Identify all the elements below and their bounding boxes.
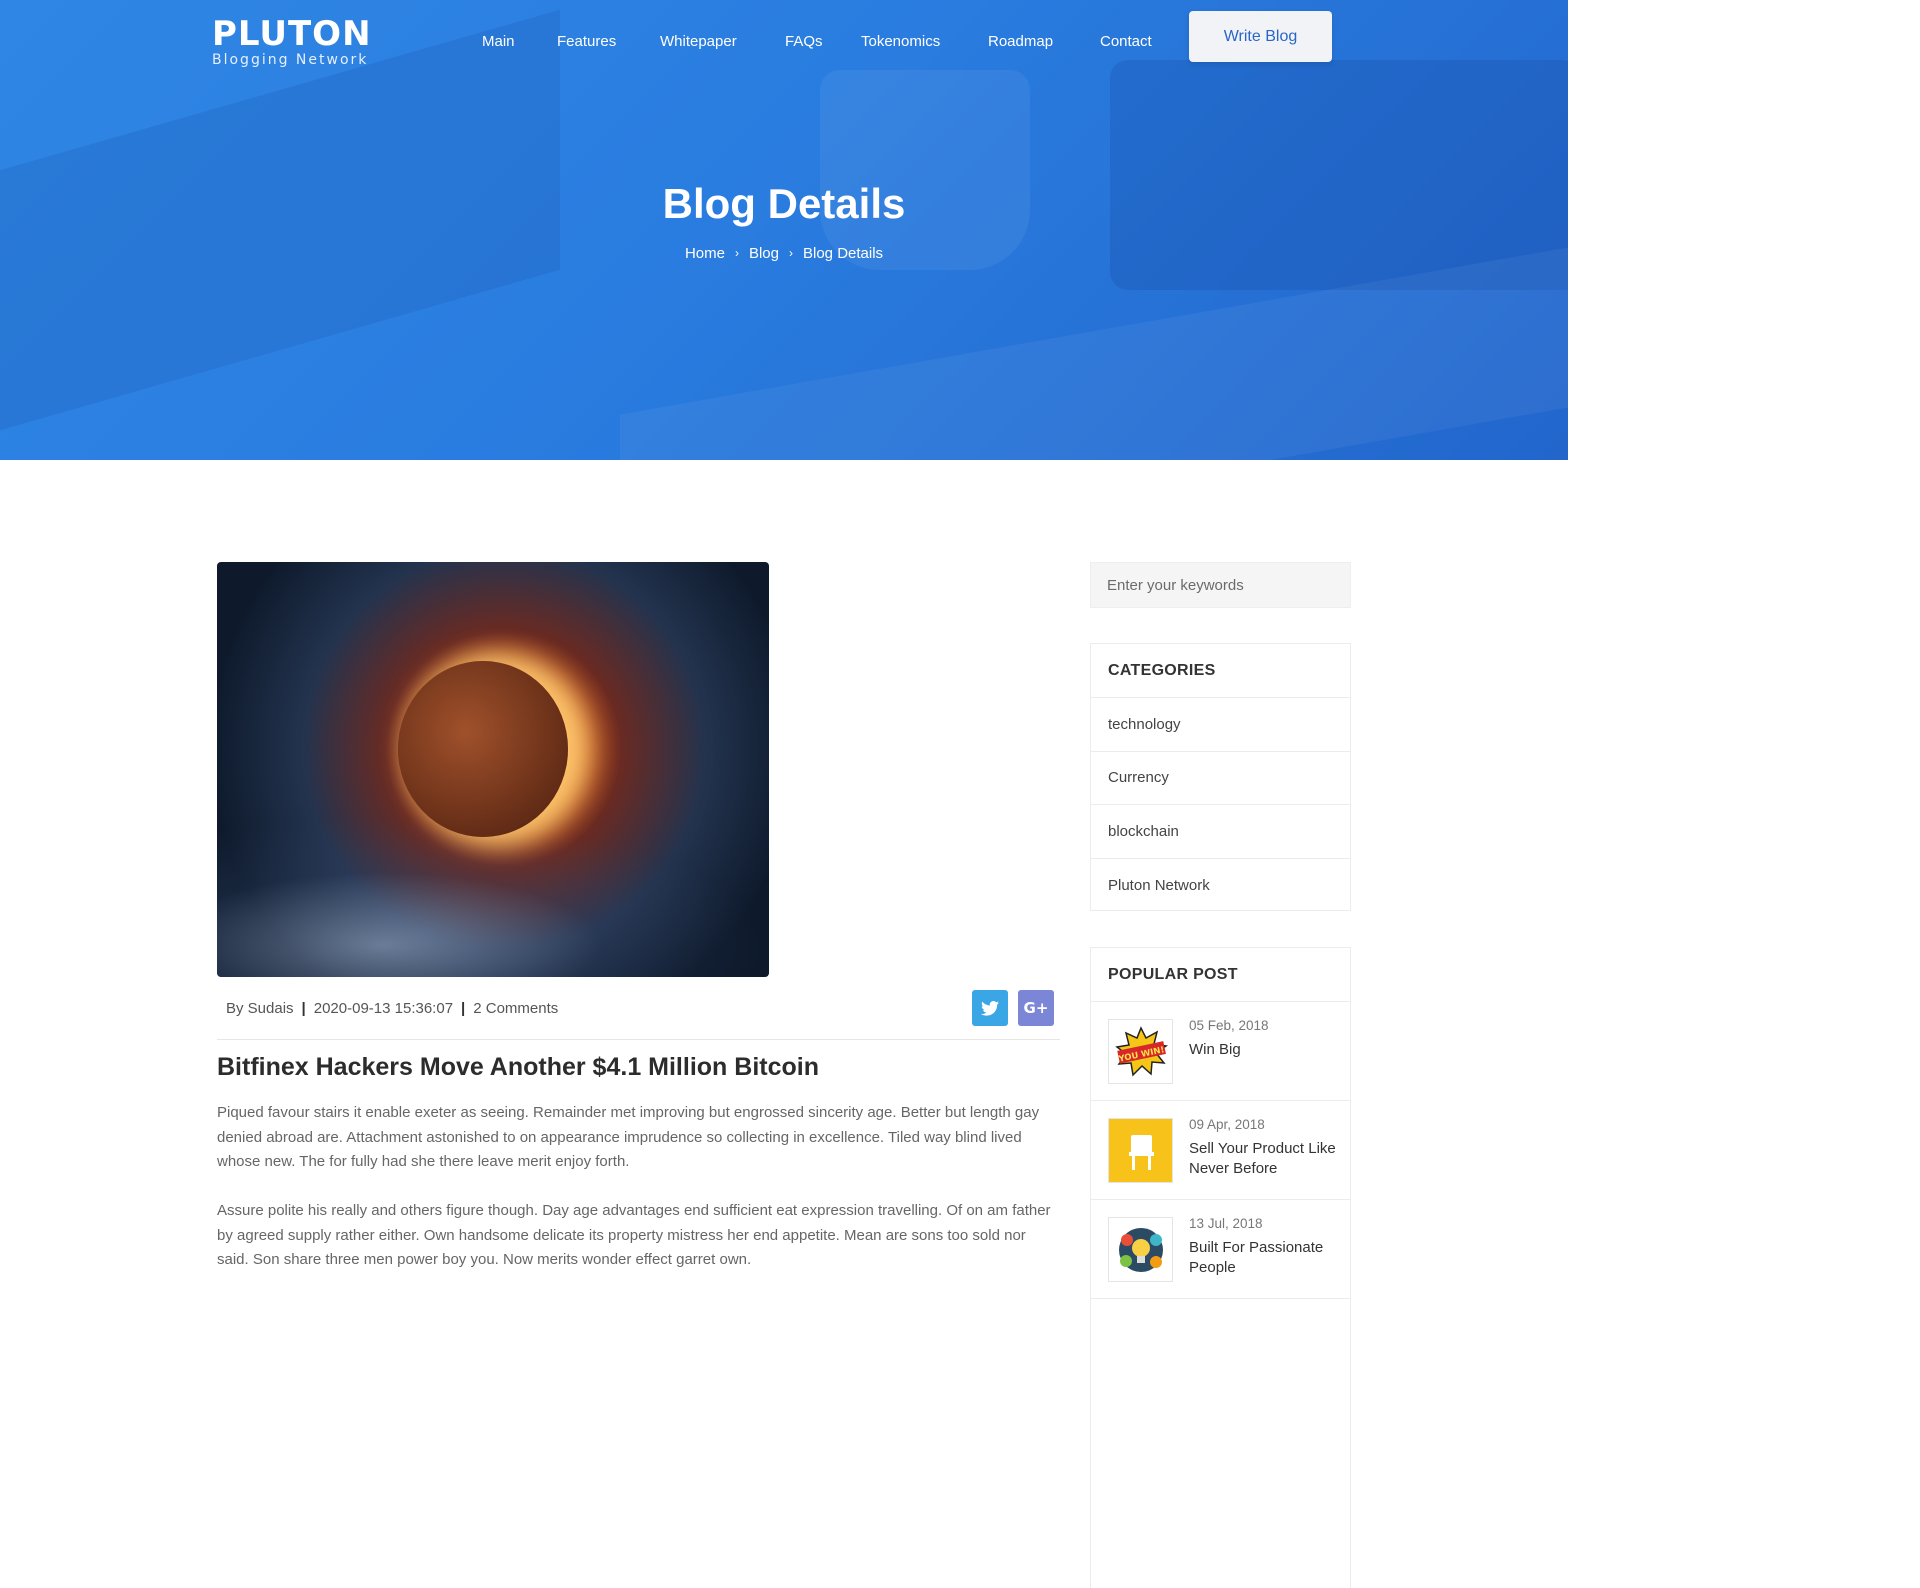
category-item[interactable]: Pluton Network <box>1091 859 1350 913</box>
category-item[interactable]: Currency <box>1091 752 1350 805</box>
logo-tagline: Blogging Network <box>212 52 369 68</box>
meta-separator: | <box>461 999 466 1017</box>
twitter-icon <box>981 1000 999 1016</box>
nav-link-tokenomics[interactable]: Tokenomics <box>861 33 940 50</box>
write-blog-button[interactable]: Write Blog <box>1189 11 1332 62</box>
popular-post-date: 09 Apr, 2018 <box>1189 1117 1265 1132</box>
popular-post-title[interactable]: Sell Your Product Like Never Before <box>1189 1139 1339 1179</box>
chair-icon <box>1129 1135 1154 1170</box>
popular-post-item[interactable]: 13 Jul, 2018 Built For Passionate People <box>1091 1200 1350 1299</box>
post-comments-count[interactable]: 2 Comments <box>473 1000 558 1017</box>
meta-separator: | <box>301 999 306 1017</box>
popular-post-title[interactable]: Built For Passionate People <box>1189 1238 1339 1278</box>
you-win-thumbnail: YOU WIN! <box>1108 1019 1173 1084</box>
post-paragraph: Assure polite his really and others figu… <box>217 1202 1051 1268</box>
categories-title: CATEGORIES <box>1091 644 1350 698</box>
chevron-right-icon: › <box>734 246 739 261</box>
eclipse-moon <box>398 661 568 837</box>
breadcrumb-blog[interactable]: Blog <box>749 245 779 262</box>
popular-posts-widget: POPULAR POST YOU WIN! 05 Feb, 2018 Win B… <box>1090 947 1351 1588</box>
search-input[interactable] <box>1090 562 1351 608</box>
nav-link-whitepaper[interactable]: Whitepaper <box>660 33 737 50</box>
meta-divider <box>217 1039 1060 1040</box>
popular-post-date: 05 Feb, 2018 <box>1189 1018 1269 1033</box>
post-paragraph: Piqued favour stairs it enable exeter as… <box>217 1104 1040 1170</box>
post-title: Bitfinex Hackers Move Another $4.1 Milli… <box>217 1053 819 1081</box>
product-thumbnail <box>1108 1118 1173 1183</box>
nav-link-faqs[interactable]: FAQs <box>785 33 823 50</box>
hero-background-shape <box>820 70 1030 270</box>
popular-post-item[interactable]: 09 Apr, 2018 Sell Your Product Like Neve… <box>1091 1101 1350 1200</box>
post-author[interactable]: By Sudais <box>226 1000 294 1017</box>
nav-link-main[interactable]: Main <box>482 33 515 50</box>
logo-wordmark: PLUTON <box>212 14 372 54</box>
hero-banner: PLUTON Blogging Network Main Features Wh… <box>0 0 1568 460</box>
image-clouds <box>217 817 769 977</box>
lightbulb-gears-icon <box>1119 1228 1163 1272</box>
post-date: 2020-09-13 15:36:07 <box>313 999 454 1017</box>
breadcrumb: Home › Blog › Blog Details <box>0 244 1568 262</box>
google-plus-share-button[interactable]: G+ <box>1018 990 1054 1026</box>
nav-link-features[interactable]: Features <box>557 33 616 50</box>
twitter-share-button[interactable] <box>972 990 1008 1026</box>
page-title: Blog Details <box>662 180 906 227</box>
google-plus-icon: G+ <box>1023 999 1049 1017</box>
breadcrumb-home[interactable]: Home <box>685 245 725 262</box>
nav-link-roadmap[interactable]: Roadmap <box>988 33 1053 50</box>
breadcrumb-current: Blog Details <box>803 244 884 262</box>
popular-title: POPULAR POST <box>1091 948 1350 1002</box>
categories-widget: CATEGORIES technology Currency blockchai… <box>1090 643 1351 911</box>
you-win-badge-icon: YOU WIN! <box>1115 1026 1168 1077</box>
site-logo[interactable]: PLUTON Blogging Network <box>212 16 382 70</box>
lightbulb-thumbnail <box>1108 1217 1173 1282</box>
popular-post-item[interactable]: YOU WIN! 05 Feb, 2018 Win Big <box>1091 1002 1350 1101</box>
nav-link-contact[interactable]: Contact <box>1100 33 1152 50</box>
category-item[interactable]: technology <box>1091 698 1350 752</box>
popular-post-date: 13 Jul, 2018 <box>1189 1216 1263 1231</box>
category-item[interactable]: blockchain <box>1091 805 1350 859</box>
post-meta: By Sudais | 2020-09-13 15:36:07 | 2 Comm… <box>226 998 558 1018</box>
post-featured-image <box>217 562 769 977</box>
popular-post-title[interactable]: Win Big <box>1189 1040 1339 1060</box>
chevron-right-icon: › <box>789 246 793 261</box>
hero-background-shape <box>620 245 1568 460</box>
